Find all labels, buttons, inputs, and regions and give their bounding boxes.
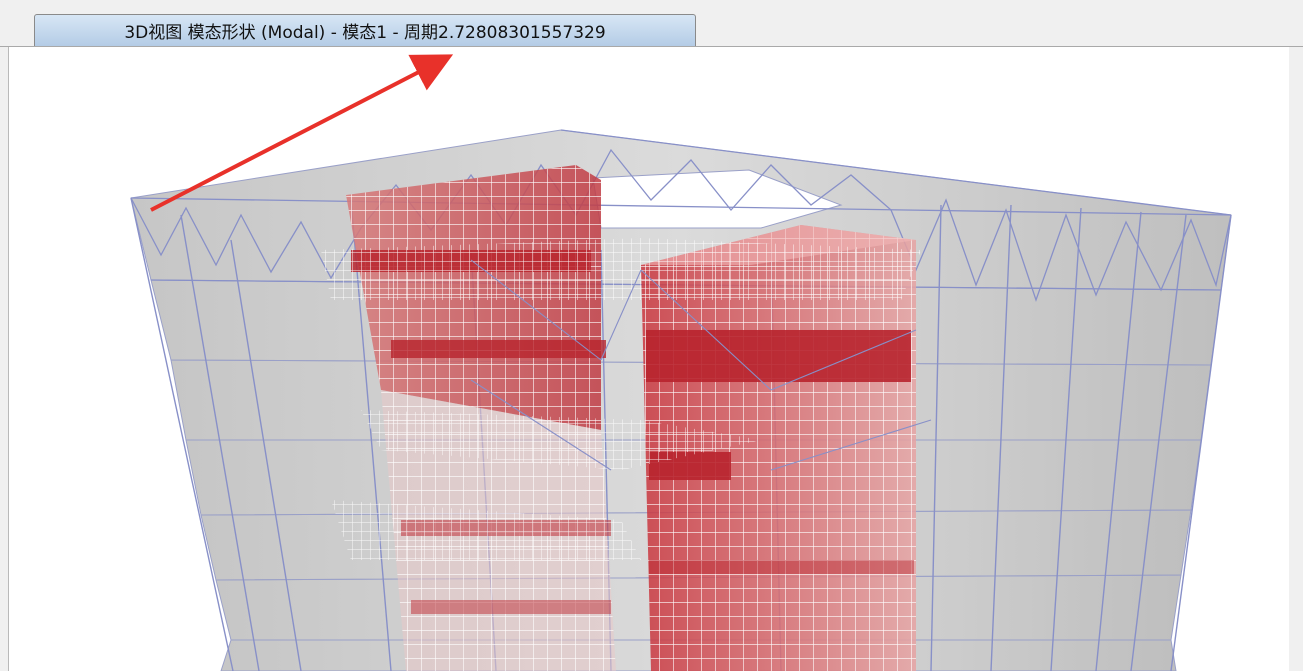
- tab-3d-view-modal[interactable]: 3D视图 模态形状 (Modal) - 模态1 - 周期2.7280830155…: [34, 14, 696, 46]
- tab-title: 3D视图 模态形状 (Modal) - 模态1 - 周期2.7280830155…: [124, 23, 606, 43]
- document-tab-bar: 3D视图 模态形状 (Modal) - 模态1 - 周期2.7280830155…: [0, 14, 1303, 47]
- window-top-strip: [0, 0, 1303, 14]
- 3d-viewport[interactable]: [8, 47, 1290, 671]
- structure-model-3d[interactable]: [9, 47, 1289, 671]
- right-frame-edge: [1289, 47, 1303, 671]
